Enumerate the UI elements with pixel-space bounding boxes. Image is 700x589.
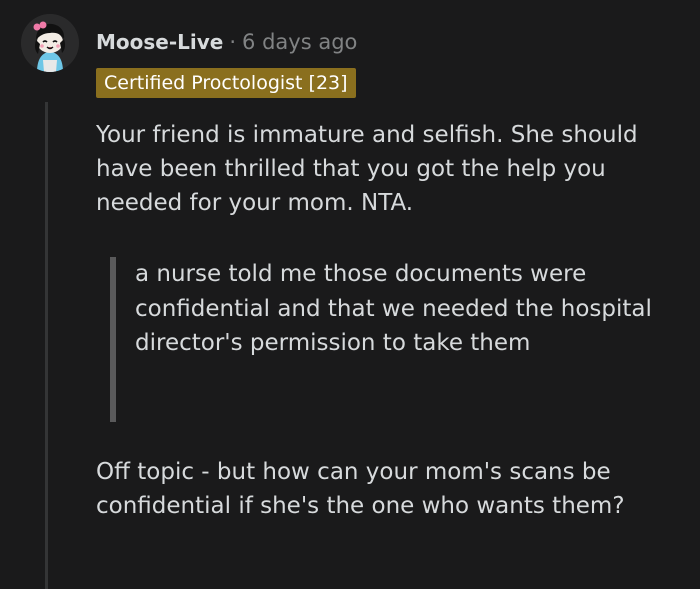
avatar[interactable] bbox=[21, 14, 79, 72]
thread-line[interactable] bbox=[45, 102, 48, 589]
timestamp-link[interactable]: 6 days ago bbox=[242, 30, 357, 54]
blockquote: a nurse told me those documents were con… bbox=[110, 257, 676, 422]
comment-paragraph: Off topic - but how can your mom's scans… bbox=[96, 459, 625, 519]
blockquote-text: a nurse told me those documents were con… bbox=[135, 261, 652, 356]
comment-paragraph: Your friend is immature and selfish. She… bbox=[96, 122, 638, 216]
snoo-avatar-icon bbox=[21, 14, 79, 72]
separator-dot: · bbox=[229, 30, 237, 54]
comment-header: Moose-Live · 6 days ago bbox=[96, 28, 357, 56]
user-flair: Certified Proctologist [23] bbox=[96, 68, 356, 98]
username-link[interactable]: Moose-Live bbox=[96, 30, 223, 54]
